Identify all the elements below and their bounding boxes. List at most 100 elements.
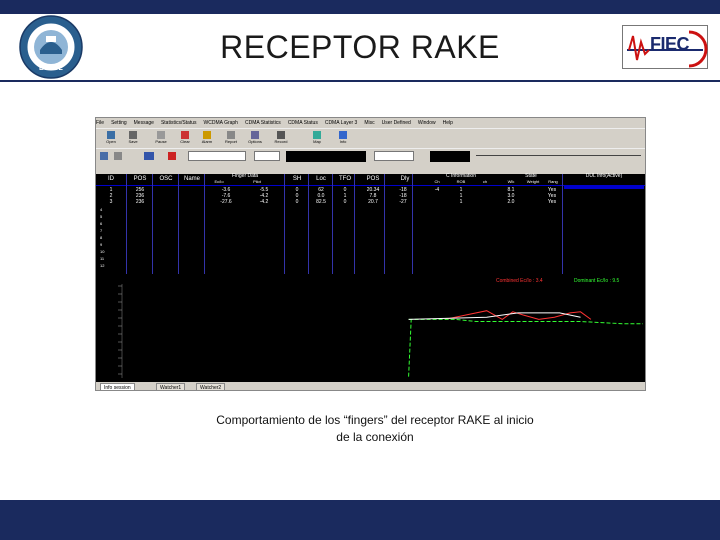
toolbar-button[interactable]: Options	[244, 130, 266, 148]
toolbar-button[interactable]: Pause	[150, 130, 172, 148]
menu-item[interactable]: Setting	[111, 118, 127, 128]
row-label: 12	[100, 263, 105, 268]
tool-icon[interactable]	[114, 152, 122, 160]
series-line	[408, 312, 581, 320]
menu-item[interactable]: Message	[134, 118, 154, 128]
sub-header: Weight	[526, 179, 540, 184]
column-header[interactable]: Loc	[310, 174, 332, 185]
table-cell: 2.0	[507, 199, 515, 205]
chart-icon[interactable]	[144, 152, 154, 160]
timeline-slider[interactable]	[476, 155, 641, 156]
tab-item[interactable]: Watcher1	[156, 383, 186, 390]
toolbar-label: Record	[274, 139, 288, 144]
fiec-logo: FIEC	[622, 25, 708, 69]
finger-chart: Combined Ec/Io : 3.4 Dominant Ec/Io : 9.…	[96, 274, 645, 382]
caption-line-1: Comportamiento de los “fingers” del rece…	[216, 413, 534, 427]
secondary-toolbar	[96, 148, 645, 163]
device-select[interactable]	[188, 151, 246, 161]
toolbar-button[interactable]: Open	[100, 130, 122, 148]
column-header[interactable]: OSC	[154, 174, 178, 185]
toolbar-button[interactable]: Save	[122, 130, 144, 148]
column-header[interactable]: Name	[180, 174, 204, 185]
level-display	[430, 151, 470, 162]
column-divider	[152, 174, 153, 274]
table-cell: 0	[343, 199, 347, 205]
dul-highlight	[564, 185, 644, 189]
menu-item[interactable]: CDMA Statistics	[245, 118, 281, 128]
main-toolbar: Open Save Pause Clear Alarm Report Options Reco…	[96, 128, 645, 148]
caption-line-2: de la conexión	[336, 430, 414, 444]
sub-header: Wlk	[507, 179, 515, 184]
table-cell: 3	[109, 199, 113, 205]
table-cell: 236	[135, 199, 145, 205]
column-header[interactable]: Dly	[392, 174, 418, 185]
column-divider	[178, 174, 179, 274]
toolbar-button[interactable]: Clear	[174, 130, 196, 148]
column-divider	[562, 174, 563, 274]
speed-select[interactable]	[374, 151, 414, 161]
series-line	[408, 318, 643, 325]
toolbar-row	[96, 163, 645, 174]
toolbar-label: Alarm	[201, 139, 213, 144]
sub-header: Ch	[434, 179, 440, 184]
sub-header: Ec/Io	[214, 179, 224, 184]
sub-header: Pilot	[253, 179, 261, 184]
toolbar-icon	[107, 131, 115, 139]
table-cell: 20.7	[368, 199, 378, 205]
toolbar-label: Clear	[180, 139, 190, 144]
legend-dominant: Dominant Ec/Io : 9.5	[574, 278, 620, 284]
toolbar-button[interactable]: Report	[220, 130, 242, 148]
tool-icon[interactable]	[100, 152, 108, 160]
table-cell: -27.6	[220, 199, 232, 205]
title-band: RECEPTOR RAKE	[0, 14, 720, 80]
toolbar-icon	[277, 131, 285, 139]
tab-item[interactable]: Info session	[100, 383, 135, 390]
toolbar-icon	[227, 131, 235, 139]
column-divider	[332, 174, 333, 274]
column-header[interactable]: SH	[286, 174, 308, 185]
tab-item[interactable]: Watcher2	[196, 383, 226, 390]
menu-item[interactable]: Misc	[364, 118, 374, 128]
stop-icon[interactable]	[168, 152, 176, 160]
toolbar-button[interactable]: Info	[332, 130, 354, 148]
column-divider	[308, 174, 309, 274]
mode-select[interactable]	[254, 151, 280, 161]
menu-item[interactable]: File	[96, 118, 104, 128]
toolbar-label: Map	[313, 139, 321, 144]
row-label: 8	[100, 235, 103, 240]
sub-header: ch	[482, 179, 488, 184]
menu-item[interactable]: CDMA Layer 3	[325, 118, 358, 128]
bottom-tabs: Info session Watcher1 Watcher2	[96, 382, 645, 390]
row-label: 11	[100, 256, 105, 261]
toolbar-icon	[181, 131, 189, 139]
toolbar-button[interactable]: Alarm	[196, 130, 218, 148]
espol-seal-logo: ESPOL	[16, 14, 86, 80]
menu-item[interactable]: Statistics/Status	[161, 118, 197, 128]
menu-item[interactable]: Window	[418, 118, 436, 128]
toolbar-button[interactable]: Map	[306, 130, 328, 148]
menu-item[interactable]: User Defined	[382, 118, 411, 128]
toolbar-icon	[203, 131, 211, 139]
row-label: 6	[100, 221, 103, 226]
toolbar-icon	[129, 131, 137, 139]
column-divider	[126, 174, 127, 274]
menu-item[interactable]: Help	[443, 118, 453, 128]
column-header[interactable]: POS	[128, 174, 152, 185]
column-header[interactable]: ID	[98, 174, 124, 185]
menu-bar: File Setting Message Statistics/Status WCDMA…	[96, 118, 645, 128]
legend-combined: Combined Ec/Io : 3.4	[496, 278, 543, 284]
column-header[interactable]: TFO	[334, 174, 356, 185]
row-label: 4	[100, 207, 103, 212]
menu-item[interactable]: WCDMA Graph	[204, 118, 238, 128]
table-cell: 1	[459, 199, 463, 205]
table-cell: -27	[399, 199, 407, 205]
toolbar-label: Options	[248, 139, 262, 144]
series-line	[408, 319, 412, 377]
toolbar-icon	[339, 131, 347, 139]
menu-item[interactable]: CDMA Status	[288, 118, 318, 128]
toolbar-button[interactable]: Record	[270, 130, 292, 148]
figure-caption: Comportamiento de los “fingers” del rece…	[190, 412, 560, 446]
footer-band	[0, 500, 720, 540]
column-divider	[204, 174, 205, 274]
toolbar-label: Save	[128, 139, 138, 144]
